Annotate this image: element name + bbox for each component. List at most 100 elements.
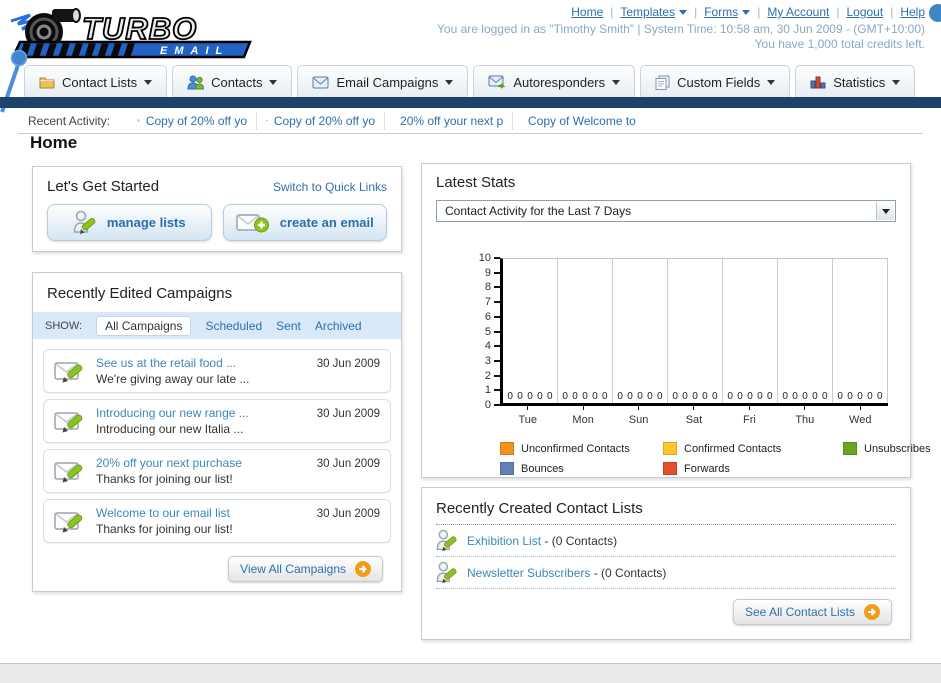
x-axis-label: Sat [666,406,721,428]
header-link-forms[interactable]: Forms [704,5,751,19]
view-all-campaigns-button[interactable]: View All Campaigns [228,556,383,582]
tab-custom-fields[interactable]: Custom Fields [640,65,791,98]
tab-email-campaigns[interactable]: Email Campaigns [297,65,469,98]
x-axis-label: Mon [555,406,610,428]
bar-value-label: 0 [592,391,598,402]
chevron-down-icon [269,79,278,85]
campaign-date: 30 Jun 2009 [316,408,380,420]
tab-contact-lists[interactable]: Contact Lists [24,65,168,98]
chat-bubble-icon[interactable] [929,4,941,22]
tab-autoresponders[interactable]: Autoresponders [473,65,636,98]
recent-activity-item[interactable]: 20% off your next p [384,111,512,130]
contact-list-link[interactable]: Exhibition List [467,534,541,548]
campaign-title-link[interactable]: Introducing our new range ... [96,406,249,420]
campaign-subtitle: Introducing our new Italia ... [96,422,244,436]
app-logo[interactable]: TURBO EMAIL [8,6,260,65]
envelope-pencil-icon [54,412,83,433]
tab-label: Email Campaigns [336,74,439,90]
chart-x-axis: Tue Mon Sun Sat Fri Thu Wed [500,406,888,428]
see-all-contact-lists-label: See All Contact Lists [744,605,855,619]
arrow-right-circle-icon [355,561,371,577]
see-all-contact-lists-button[interactable]: See All Contact Lists [732,599,892,625]
filter-sent[interactable]: Sent [276,319,301,333]
bar-value-label: 0 [582,391,588,402]
stats-selector-dropdown[interactable]: Contact Activity for the Last 7 Days [436,200,896,222]
page-title: Home [30,133,78,152]
bar-value-label: 0 [837,391,843,402]
campaign-row[interactable]: Welcome to our email list Thanks for join… [43,499,391,543]
campaign-row[interactable]: 20% off your next purchase Thanks for joi… [43,449,391,493]
tab-label: Statistics [833,74,886,90]
chevron-down-icon [742,9,751,15]
latest-stats-panel: Latest Stats Contact Activity for the La… [421,163,931,478]
person-pencil-icon [436,529,457,551]
separator: | [836,5,840,19]
chart-group: 00000 [613,259,668,403]
contact-list-count: - (0 Contacts) [541,533,618,548]
x-axis-label: Wed [833,406,888,428]
bar-value-label: 0 [792,391,798,402]
campaign-row[interactable]: See us at the retail food ... We're givin… [43,349,391,393]
campaign-date: 30 Jun 2009 [316,358,380,370]
legend-label: Bounces [521,462,564,475]
legend-swatch [500,462,514,475]
envelope-plus-icon [236,213,269,232]
legend-label: Confirmed Contacts [684,442,782,455]
campaign-title-link[interactable]: Welcome to our email list [96,506,230,520]
header-link-my-account[interactable]: My Account [767,5,829,19]
stats-selector-value: Contact Activity for the Last 7 Days [445,204,632,218]
bar-value-label: 0 [547,391,553,402]
header-link-home[interactable]: Home [571,5,603,19]
bar-value-label: 0 [527,391,533,402]
contact-list-link[interactable]: Newsletter Subscribers [467,566,590,580]
switch-quick-links-link[interactable]: Switch to Quick Links [273,180,387,194]
header-link-templates[interactable]: Templates [620,5,688,19]
campaign-title-link[interactable]: 20% off your next purchase [96,456,242,470]
person-pencil-icon [436,561,457,583]
campaign-list: See us at the retail food ... We're givin… [33,339,401,543]
envelope-pencil-icon [54,512,83,533]
chevron-down-icon [445,79,454,85]
header-link-help[interactable]: Help [900,5,925,19]
recent-activity-item[interactable]: Copy of 20% off yo [128,112,256,130]
recent-activity-item[interactable]: Copy of Welcome to [512,111,640,130]
chevron-down-icon [144,79,153,85]
filter-scheduled[interactable]: Scheduled [205,319,262,333]
campaign-title-link[interactable]: See us at the retail food ... [96,356,236,370]
x-axis-label: Tue [500,406,555,428]
credits-status-text: You have 1,000 total credits left. [754,37,925,51]
bar-value-label: 0 [737,391,743,402]
contact-activity-chart: 0 1 2 3 4 5 6 7 8 9 10 000000000000000000000000000… [479,252,888,411]
legend-label: Unsubscribes [864,442,931,455]
chevron-down-icon [767,79,776,85]
chart-legend: Unconfirmed Contacts Confirmed Contacts … [500,442,931,475]
tab-label: Contacts [211,74,263,90]
bar-value-label: 0 [822,391,828,402]
campaign-filter-bar: SHOW: All Campaigns Scheduled Sent Archi… [33,312,401,339]
bar-value-label: 0 [727,391,733,402]
campaign-row[interactable]: Introducing our new range ... Introducing… [43,399,391,443]
filter-archived[interactable]: Archived [315,319,362,333]
campaign-subtitle: Thanks for joining our list! [96,472,233,486]
legend-item: Bounces [500,462,663,475]
chart-group: 00000 [558,259,613,403]
filter-all-campaigns[interactable]: All Campaigns [96,315,192,336]
person-pencil-icon [73,210,96,234]
show-label: SHOW: [45,319,83,332]
contact-list-row[interactable]: Newsletter Subscribers - (0 Contacts) [436,557,896,589]
tab-label: Custom Fields [677,74,761,90]
header-link-label: Home [571,5,604,19]
tab-statistics[interactable]: Statistics [795,65,916,98]
recently-created-contact-lists-panel: Recently Created Contact Lists Exhibitio… [421,487,911,640]
bar-value-label: 0 [802,391,808,402]
manage-lists-button[interactable]: manage lists [47,204,212,241]
recent-activity-item[interactable]: Copy of 20% off yo [256,111,384,130]
envelope-icon [266,119,268,122]
create-email-button[interactable]: create an email [222,204,387,241]
header-link-logout[interactable]: Logout [846,5,883,19]
tab-label: Autoresponders [513,74,606,90]
contact-list-row[interactable]: Exhibition List - (0 Contacts) [436,525,896,557]
tab-contacts[interactable]: Contacts [172,65,293,98]
envelope-icon [137,119,140,122]
chevron-down-icon [892,79,901,85]
